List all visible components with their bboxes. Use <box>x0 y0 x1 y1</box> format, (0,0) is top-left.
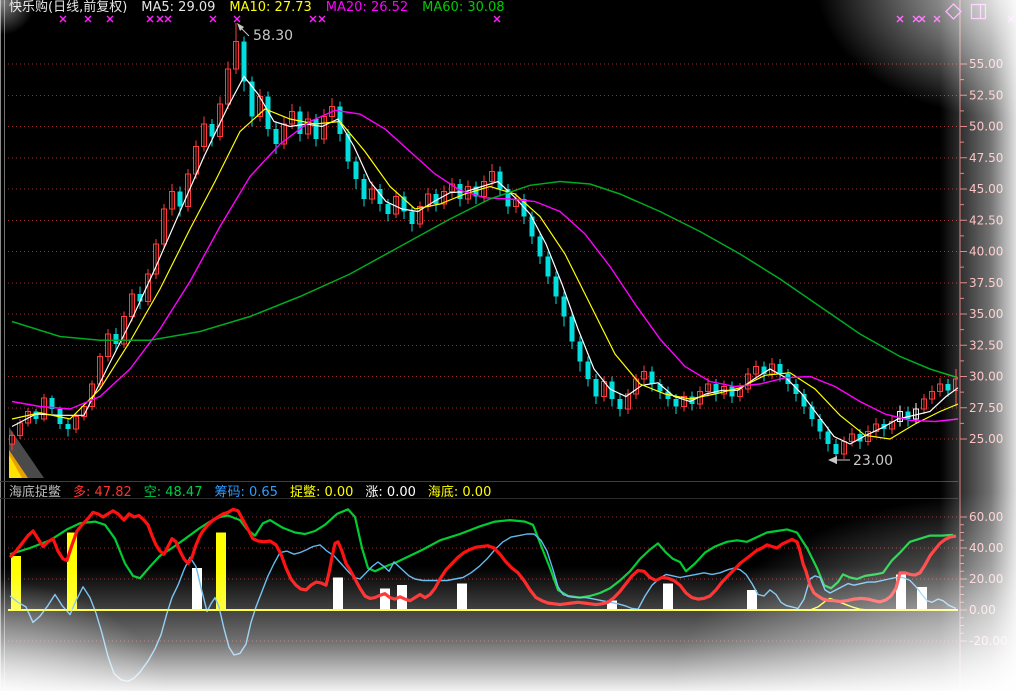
main-axis-label: 45.00 <box>969 182 1003 196</box>
window-icons <box>944 2 988 21</box>
white-signal-bar <box>380 588 390 610</box>
main-axis-label: 35.00 <box>969 307 1003 321</box>
indicator-line-多 <box>10 509 956 604</box>
diamond-icon[interactable] <box>944 2 963 21</box>
indicator-line-海底信号 <box>10 598 956 610</box>
indicator-value-1: 空: 48.47 <box>144 481 203 500</box>
main-axis-label: 47.50 <box>969 151 1003 165</box>
main-axis-label: 25.00 <box>969 432 1003 446</box>
main-axis-label: 32.50 <box>969 338 1003 352</box>
indicator-value-2: 筹码: 0.65 <box>214 481 277 500</box>
ma-legend-item-2: MA20: 26.52 <box>326 1 408 15</box>
white-signal-bar <box>333 577 343 610</box>
ma-legend-item-1: MA10: 27.73 <box>229 1 311 15</box>
indicator-name: 海底捉鳖 <box>9 481 61 500</box>
restore-window-icon[interactable] <box>969 2 988 21</box>
yellow-signal-bar <box>216 533 226 611</box>
ma-legend-item-3: MA60: 30.08 <box>422 1 504 15</box>
main-axis-label: 30.00 <box>969 370 1003 384</box>
high-price-label: 58.30 <box>253 28 293 44</box>
indicator-value-0: 多: 47.82 <box>73 481 132 500</box>
white-signal-bar <box>457 584 467 610</box>
indicator-header: 海底捉鳖 多: 47.82 空: 48.47 筹码: 0.65 捉鳖: 0.00 涨: … <box>0 481 958 499</box>
main-axis-label: 55.00 <box>969 57 1003 71</box>
main-chart-legend: 快乐购(日线,前复权) MA5: 29.09 MA10: 27.73 MA20: 2… <box>9 0 505 15</box>
indicator-value-3: 捉鳖: 0.00 <box>290 481 353 500</box>
main-axis-label: 52.50 <box>969 88 1003 102</box>
main-axis-label: 37.50 <box>969 276 1003 290</box>
candles-group <box>10 42 959 455</box>
indicator-axis-label: -20.00 <box>969 634 1008 648</box>
stock-chart-window: 55.00 52.50 50.00 47.50 45.00 42.50 40.00 37.50… <box>0 0 1016 691</box>
indicator-axis-label: 20.00 <box>969 572 1003 586</box>
indicator-series-group <box>8 509 958 681</box>
indicator-line-筹码 <box>10 534 956 681</box>
sell-marks-group <box>60 16 1014 22</box>
white-signal-bar <box>663 584 673 610</box>
indicator-axis-label: 40.00 <box>969 541 1003 555</box>
annotations-group: 58.30 23.00 <box>237 23 893 469</box>
main-axis-label: 50.00 <box>969 120 1003 134</box>
main-axis-label: 40.00 <box>969 245 1003 259</box>
indicator-axis-label: 60.00 <box>969 510 1003 524</box>
white-signal-bar <box>747 590 757 610</box>
main-grid: 55.00 52.50 50.00 47.50 45.00 42.50 40.00 37.50… <box>8 0 1003 690</box>
security-title: 快乐购(日线,前复权) <box>9 1 127 15</box>
white-signal-bar <box>192 568 202 610</box>
indicator-value-4: 涨: 0.00 <box>365 481 415 500</box>
ma-line-MA60 <box>12 182 958 378</box>
chart-canvas[interactable]: 55.00 52.50 50.00 47.50 45.00 42.50 40.00 37.50… <box>0 0 1016 691</box>
indicator-line-空 <box>10 509 953 597</box>
data-start-marker <box>9 427 44 478</box>
indicator-axis-label: 0.00 <box>969 603 996 617</box>
yellow-signal-bar <box>11 556 21 610</box>
main-axis-label: 42.50 <box>969 213 1003 227</box>
main-axis-label: 27.50 <box>969 401 1003 415</box>
low-price-label: 23.00 <box>853 453 893 469</box>
ma-legend-item-0: MA5: 29.09 <box>141 1 215 15</box>
indicator-value-5: 海底: 0.00 <box>428 481 491 500</box>
